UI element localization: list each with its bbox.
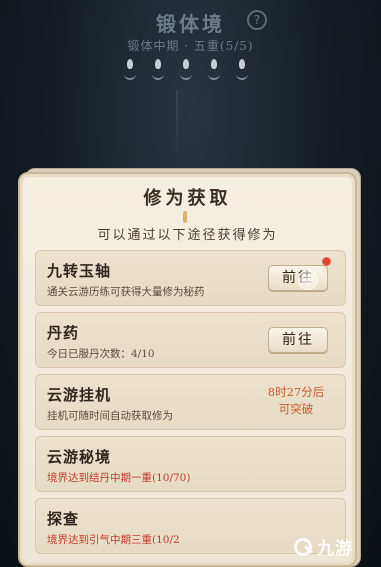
stage-flame-icon (122, 58, 138, 80)
jiuyou-logo-icon (292, 536, 314, 556)
breakthrough-timer: 8时27分后 可突破 (246, 384, 346, 418)
entry-desc: 今日已服丹次数：4/10 (47, 348, 155, 360)
entry-name: 九转玉轴 (47, 262, 112, 280)
entry-name: 云游挂机 (47, 386, 112, 404)
entry-locked-desc: 境界达到结丹中期一重(10/70) (47, 472, 191, 484)
cultivation-source-panel: 修为获取 可以通过以下途径获得修为 九转玉轴 通关云游历练可获得大量修为秘药 前… (18, 172, 357, 567)
entry-name: 云游秘境 (47, 448, 112, 466)
stage-indicators (122, 58, 250, 80)
panel-title: 修为获取 (143, 188, 232, 209)
decorative-line (176, 90, 178, 160)
realm-stage-text: 锻体中期 · 五重(5/5) (127, 39, 254, 53)
stage-flame-icon (150, 58, 166, 80)
timer-status: 可突破 (278, 402, 314, 416)
entry-name: 丹药 (47, 324, 80, 342)
watermark-text: 九游 (317, 538, 353, 559)
entry-jiuzhuan-yuzhou: 九转玉轴 通关云游历练可获得大量修为秘药 前往 (35, 250, 346, 306)
entry-yunyou-guaji: 云游挂机 挂机可随时间自动获取修为 8时27分后 可突破 (35, 374, 346, 430)
touch-indicator-icon (298, 270, 318, 290)
realm-header: 锻体境 ? 锻体中期 · 五重(5/5) (0, 0, 381, 160)
stage-flame-icon (234, 58, 250, 80)
notification-dot-icon (322, 257, 331, 266)
stage-flame-icon (178, 58, 194, 80)
entry-yunyou-mijing: 云游秘境 境界达到结丹中期一重(10/70) (35, 436, 346, 492)
realm-title: 锻体境 (156, 12, 225, 36)
goto-button[interactable]: 前往 (268, 327, 328, 353)
timer-countdown: 8时27分后 (267, 385, 325, 399)
panel-subtitle: 可以通过以下途径获得修为 (97, 228, 278, 243)
entry-danyao: 丹药 今日已服丹次数：4/10 前往 (35, 312, 346, 368)
entry-name: 探查 (47, 510, 80, 528)
entry-desc: 通关云游历练可获得大量修为秘药 (47, 286, 205, 298)
entry-desc: 挂机可随时间自动获取修为 (47, 410, 173, 422)
entry-locked-desc: 境界达到引气中期三重(10/2 (47, 534, 180, 546)
title-ornament-icon (180, 211, 190, 223)
stage-flame-icon (206, 58, 222, 80)
help-button[interactable]: ? (247, 10, 267, 30)
watermark: 九游 (292, 532, 377, 560)
